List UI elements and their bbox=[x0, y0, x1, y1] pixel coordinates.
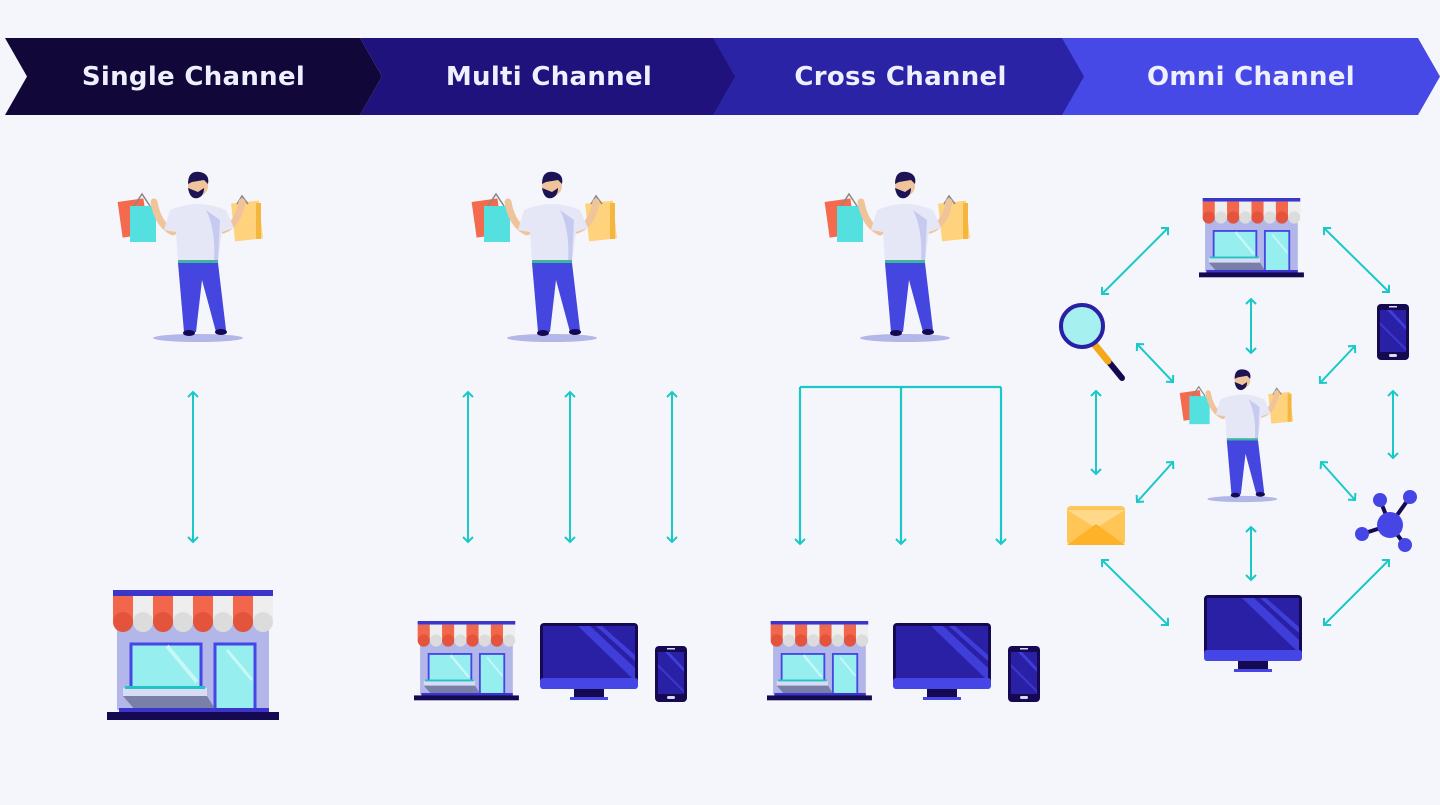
store-icon bbox=[1197, 196, 1306, 279]
shopper-illustration bbox=[825, 172, 970, 342]
stage-label: Cross Channel bbox=[794, 61, 1007, 92]
mobile-icon bbox=[1008, 646, 1040, 702]
double-arrow-icon bbox=[1101, 227, 1169, 295]
shopper-illustration bbox=[1180, 369, 1293, 502]
store-icon bbox=[412, 619, 521, 702]
double-arrow-icon bbox=[1318, 344, 1357, 385]
channel-diagram bbox=[105, 0, 1417, 722]
search-icon bbox=[1059, 303, 1125, 381]
stage-label: Omni Channel bbox=[1147, 61, 1355, 92]
shopper-illustration bbox=[118, 172, 263, 342]
shopper-illustration bbox=[472, 172, 617, 342]
stage-single-channel: Single Channel bbox=[5, 38, 382, 115]
double-arrow-icon bbox=[1322, 226, 1391, 294]
desktop-icon bbox=[1204, 595, 1302, 672]
double-arrow-icon bbox=[1100, 558, 1170, 627]
stage-cross-channel: Cross Channel bbox=[713, 38, 1088, 115]
store-icon bbox=[105, 588, 281, 722]
mobile-icon bbox=[655, 646, 687, 702]
desktop-icon bbox=[893, 623, 991, 700]
stage-label: Multi Channel bbox=[445, 61, 653, 92]
email-icon bbox=[1067, 506, 1125, 545]
double-arrow-icon bbox=[1323, 559, 1390, 626]
stage-omni-channel: Omni Channel bbox=[1062, 38, 1440, 115]
mobile-icon bbox=[1377, 304, 1409, 360]
double-arrow-icon bbox=[1135, 460, 1175, 504]
stage-label: Single Channel bbox=[81, 61, 306, 92]
double-arrow-icon bbox=[1135, 342, 1175, 384]
branching-arrows bbox=[794, 385, 1007, 546]
network-icon bbox=[1355, 490, 1417, 552]
store-icon bbox=[765, 619, 874, 702]
double-arrow-icon bbox=[1319, 460, 1357, 502]
desktop-icon bbox=[540, 623, 638, 700]
stage-multi-channel: Multi Channel bbox=[360, 38, 738, 115]
